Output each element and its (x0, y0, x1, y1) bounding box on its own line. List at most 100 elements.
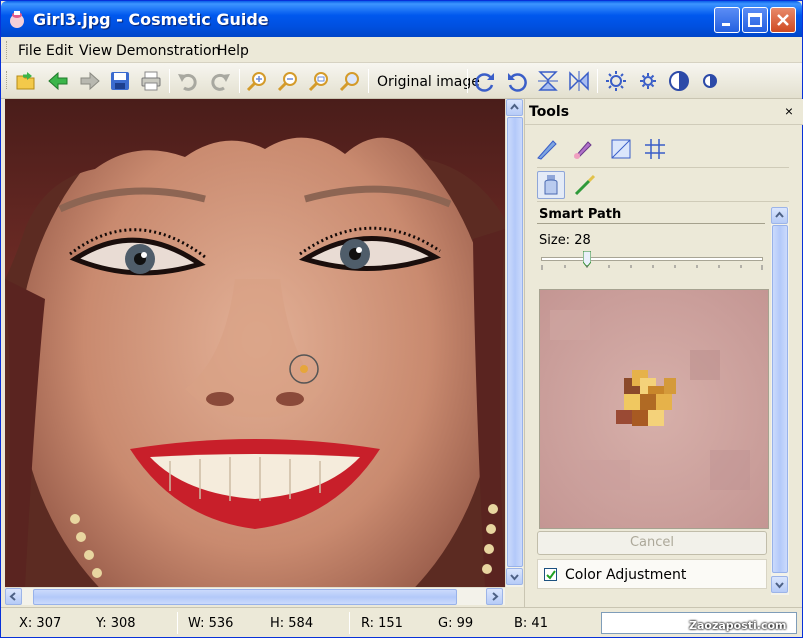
close-icon (777, 14, 789, 26)
rotate-right-icon (475, 73, 494, 92)
grid-icon (645, 139, 665, 159)
tools-title: Tools (529, 104, 570, 120)
forward-arrow-icon (80, 71, 100, 91)
contrast-down-button[interactable] (697, 68, 723, 94)
tools-close-button[interactable]: × (785, 103, 793, 119)
face-photo (5, 99, 505, 587)
chevron-down-icon (510, 574, 519, 581)
checkmark-icon (546, 570, 556, 580)
contrast-up-button[interactable] (666, 68, 692, 94)
contrast-up-icon (669, 71, 689, 91)
title-bar[interactable]: Girl3.jpg - Cosmetic Guide (1, 1, 802, 37)
cancel-button[interactable]: Cancel (537, 531, 767, 555)
smudge-tool-button[interactable] (569, 135, 597, 163)
grid-tool-button[interactable] (641, 135, 669, 163)
smart-path-tool-button[interactable] (537, 171, 565, 199)
scroll-up-button[interactable] (506, 99, 523, 116)
crop-tool-button[interactable] (607, 135, 635, 163)
undo-button[interactable] (175, 68, 201, 94)
forward-button[interactable] (77, 68, 103, 94)
print-icon (141, 71, 161, 91)
scroll-up-button[interactable] (771, 207, 788, 224)
menu-help[interactable]: Help (217, 43, 249, 59)
scroll-left-button[interactable] (5, 588, 22, 605)
rotate-right-button[interactable] (472, 68, 498, 94)
menu-demonstration[interactable]: Demonstration (116, 43, 220, 59)
minimize-icon (722, 23, 730, 26)
section-divider (537, 223, 765, 224)
image-vertical-scrollbar[interactable] (505, 99, 523, 587)
chevron-up-icon (510, 103, 519, 110)
menu-edit[interactable]: Edit (46, 43, 73, 59)
rotate-left-icon (508, 73, 527, 92)
flip-vertical-button[interactable] (535, 68, 561, 94)
toolbar-grip[interactable] (6, 71, 9, 89)
slider-ticks (541, 265, 763, 270)
zoom-in-button[interactable] (244, 68, 270, 94)
brightness-up-icon (606, 71, 626, 91)
wand-tool-button[interactable] (571, 171, 599, 199)
toolbar-separator (368, 69, 369, 93)
zoom-out-button[interactable] (275, 68, 301, 94)
tools-header: Tools × (525, 99, 803, 125)
color-adjustment-checkbox[interactable] (544, 568, 557, 581)
brush-tool-button[interactable] (533, 135, 561, 163)
scroll-down-button[interactable] (771, 576, 788, 593)
status-separator (177, 612, 178, 634)
back-button[interactable] (45, 68, 71, 94)
brightness-down-button[interactable] (635, 68, 661, 94)
brightness-up-button[interactable] (603, 68, 629, 94)
scroll-thumb[interactable] (772, 225, 788, 573)
chevron-up-icon (775, 211, 784, 218)
zoom-actual-button[interactable] (337, 68, 363, 94)
menu-file[interactable]: File (18, 43, 41, 59)
status-red: R: 151 (361, 616, 403, 631)
image-canvas[interactable] (5, 99, 505, 587)
menu-bar: File Edit View Demonstration Help (1, 37, 802, 63)
flip-horizontal-button[interactable] (566, 68, 592, 94)
size-slider-track[interactable] (541, 257, 763, 261)
scroll-down-button[interactable] (506, 568, 523, 585)
brush-icon (537, 140, 557, 160)
back-arrow-icon (48, 71, 68, 91)
original-image-button[interactable]: Original image (377, 74, 480, 90)
watermark: Zaozaposti.com (689, 619, 787, 632)
status-blue: B: 41 (514, 616, 548, 631)
tools-vertical-scrollbar[interactable] (771, 207, 789, 595)
toolbar-separator (239, 69, 240, 93)
zoom-actual-icon (339, 72, 359, 92)
status-x: X: 307 (19, 616, 62, 631)
redo-button[interactable] (207, 68, 233, 94)
minimize-button[interactable] (714, 7, 740, 33)
divider (537, 167, 789, 168)
zoom-preview[interactable] (539, 289, 769, 529)
preview-image (540, 290, 768, 528)
print-button[interactable] (138, 68, 164, 94)
flip-horizontal-icon (569, 71, 589, 91)
menu-view[interactable]: View (79, 43, 112, 59)
save-button[interactable] (107, 68, 133, 94)
color-adjustment-row[interactable]: Color Adjustment (537, 559, 767, 589)
zoom-fit-button[interactable] (306, 68, 332, 94)
redo-icon (211, 73, 230, 91)
close-button[interactable] (770, 7, 796, 33)
scroll-right-button[interactable] (486, 588, 503, 605)
scroll-thumb[interactable] (33, 589, 457, 605)
contrast-down-icon (703, 74, 717, 88)
zoom-fit-icon (308, 72, 328, 92)
toolbar: Original image (1, 63, 802, 99)
menu-grip[interactable] (6, 41, 9, 59)
wand-icon (574, 174, 596, 196)
chevron-right-icon (492, 592, 499, 601)
open-button[interactable] (13, 68, 39, 94)
scroll-thumb[interactable] (507, 117, 523, 567)
status-width: W: 536 (188, 616, 234, 631)
rotate-left-button[interactable] (504, 68, 530, 94)
status-bar: X: 307 Y: 308 W: 536 H: 584 R: 151 G: 99… (1, 607, 802, 637)
maximize-button[interactable] (742, 7, 768, 33)
tools-panel: Tools × Smart Path Size: 28 Cancel Color… (524, 99, 803, 607)
smudge-brush-icon (574, 141, 592, 159)
status-y: Y: 308 (96, 616, 136, 631)
image-horizontal-scrollbar[interactable] (5, 587, 505, 605)
status-separator (349, 612, 350, 634)
